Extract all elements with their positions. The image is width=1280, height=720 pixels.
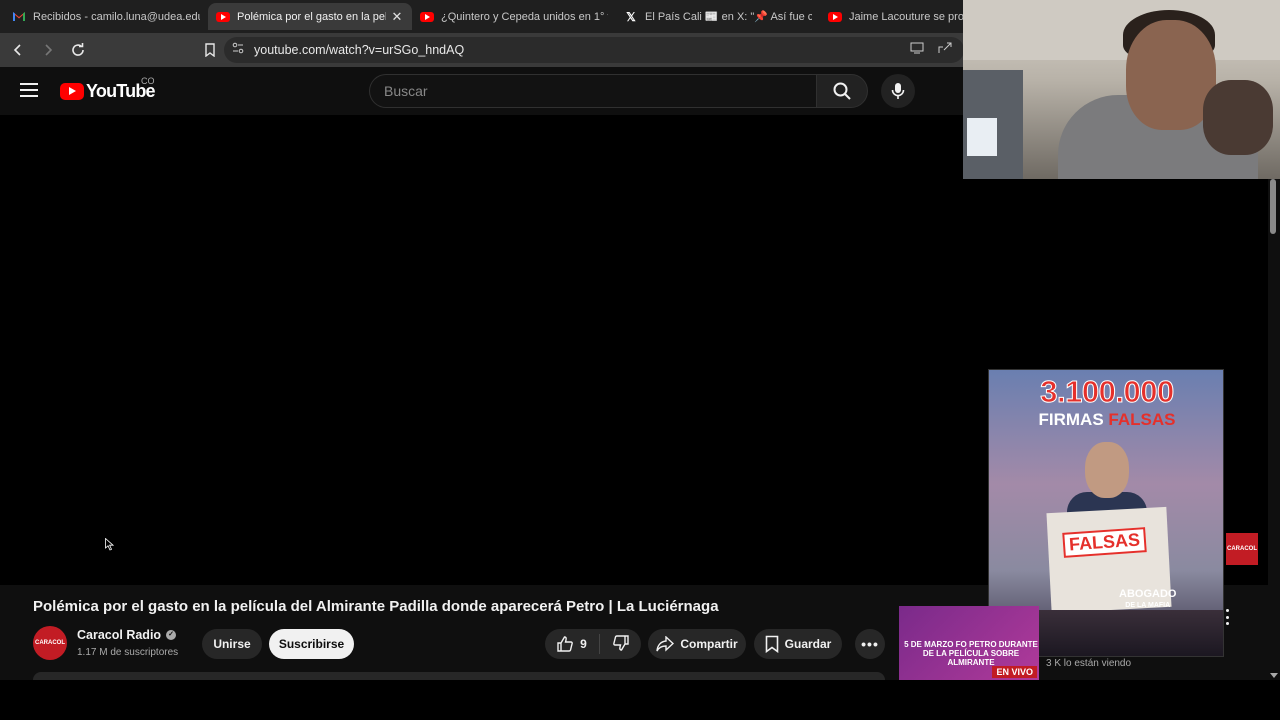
youtube-icon <box>828 10 842 24</box>
youtube-play-icon <box>60 83 84 100</box>
bookmark-save-icon <box>765 635 778 653</box>
poster-headline: 3.100.000 <box>1040 374 1175 410</box>
verified-icon: ✓ <box>166 630 177 640</box>
live-viewers: 3 K lo están viendo <box>1046 658 1132 669</box>
bottom-area <box>0 680 1280 720</box>
join-button[interactable]: Unirse <box>202 629 262 659</box>
channel-name-text: Caracol Radio <box>77 628 162 642</box>
reload-icon[interactable] <box>66 38 90 62</box>
poster-caption-small: DE LA MAFIA <box>1125 602 1171 609</box>
promo-text: 5 DE MARZO FO PETRO DURANTE DE LA PELÍCU… <box>904 640 1038 667</box>
share-page-icon[interactable] <box>938 41 952 59</box>
like-count: 9 <box>580 637 587 651</box>
youtube-icon <box>420 10 434 24</box>
channel-avatar[interactable]: CARACOL <box>33 626 67 660</box>
browser-tab-gmail[interactable]: Recibidos - camilo.luna@udea.edu.co <box>4 3 208 30</box>
live-badge: EN VIVO <box>992 666 1037 678</box>
poster-caption: ABOGADO DE LA MAFIA <box>1119 588 1176 612</box>
country-code: CO <box>141 76 155 86</box>
url-text: youtube.com/watch?v=urSGo_hndAQ <box>254 43 465 57</box>
like-dislike-group: 9 <box>545 629 641 659</box>
page-scrollbar[interactable] <box>1268 179 1280 680</box>
save-label: Guardar <box>784 637 832 651</box>
browser-tab-elpais[interactable]: 𝕏 El País Cali 📰 en X: "📌 Así fue como <box>616 3 820 30</box>
poster-sub-b: FALSAS <box>1108 410 1176 429</box>
x-icon: 𝕏 <box>626 9 636 24</box>
join-label: Unirse <box>213 637 251 651</box>
youtube-icon <box>216 10 230 24</box>
back-icon[interactable] <box>6 38 30 62</box>
share-button[interactable]: Compartir <box>648 629 746 659</box>
gmail-icon <box>12 10 26 24</box>
subscriber-count: 1.17 M de suscriptores <box>77 647 179 658</box>
search-input[interactable] <box>384 83 816 99</box>
scroll-down-icon[interactable] <box>1270 673 1278 678</box>
webcam-overlay <box>963 0 1280 179</box>
more-vertical-icon[interactable] <box>1224 609 1230 625</box>
tab-title: Polémica por el gasto en la película <box>237 10 386 23</box>
poster-caption-main: ABOGADO <box>1119 588 1177 600</box>
screen: Recibidos - camilo.luna@udea.edu.co Polé… <box>0 0 1280 720</box>
bookmark-icon[interactable] <box>198 38 222 62</box>
save-button[interactable]: Guardar <box>754 629 842 659</box>
thumbs-down-icon <box>612 634 629 651</box>
tab-title: ¿Quintero y Cepeda unidos en 1° vuelta <box>441 10 608 23</box>
live-video-thumbnail[interactable]: 5 DE MARZO FO PETRO DURANTE DE LA PELÍCU… <box>899 606 1039 680</box>
menu-icon[interactable] <box>20 83 38 97</box>
thumbs-up-icon <box>557 636 574 652</box>
microphone-icon <box>891 83 905 99</box>
tab-title: Recibidos - camilo.luna@udea.edu.co <box>33 10 200 23</box>
more-horizontal-icon: ••• <box>861 636 879 652</box>
site-settings-icon[interactable] <box>232 41 244 59</box>
share-icon <box>656 636 675 652</box>
dislike-button[interactable] <box>612 634 630 655</box>
cast-icon[interactable] <box>910 41 924 59</box>
share-label: Compartir <box>680 637 738 651</box>
search-box <box>369 74 816 108</box>
browser-tab-active-video[interactable]: Polémica por el gasto en la película ✕ <box>208 3 412 30</box>
search-icon <box>833 82 851 100</box>
channel-name[interactable]: Caracol Radio ✓ <box>77 628 177 642</box>
search-button[interactable] <box>816 74 868 108</box>
poster-sub-a: FIRMAS <box>1038 410 1104 429</box>
description-box[interactable] <box>33 672 885 680</box>
like-button[interactable]: 9 <box>556 635 587 653</box>
video-title: Polémica por el gasto en la película del… <box>33 598 719 615</box>
youtube-logo[interactable]: YouTube CO <box>60 76 156 102</box>
close-icon[interactable]: ✕ <box>390 9 404 24</box>
voice-search-button[interactable] <box>881 74 915 108</box>
forward-icon[interactable] <box>36 38 60 62</box>
scrollbar-thumb[interactable] <box>1270 179 1276 234</box>
mouse-cursor-icon <box>105 537 115 556</box>
tab-title: El País Cali 📰 en X: "📌 Así fue como <box>645 11 812 23</box>
subscribe-label: Suscribirse <box>278 637 345 651</box>
caracol-logo: CARACOL <box>1226 533 1258 565</box>
address-bar[interactable]: youtube.com/watch?v=urSGo_hndAQ <box>224 37 964 63</box>
browser-tab-quintero[interactable]: ¿Quintero y Cepeda unidos en 1° vuelta <box>412 3 616 30</box>
subscribe-button[interactable]: Suscribirse <box>269 629 354 659</box>
more-actions-button[interactable]: ••• <box>855 629 885 659</box>
poster-subheadline: FIRMAS FALSAS <box>989 410 1223 430</box>
